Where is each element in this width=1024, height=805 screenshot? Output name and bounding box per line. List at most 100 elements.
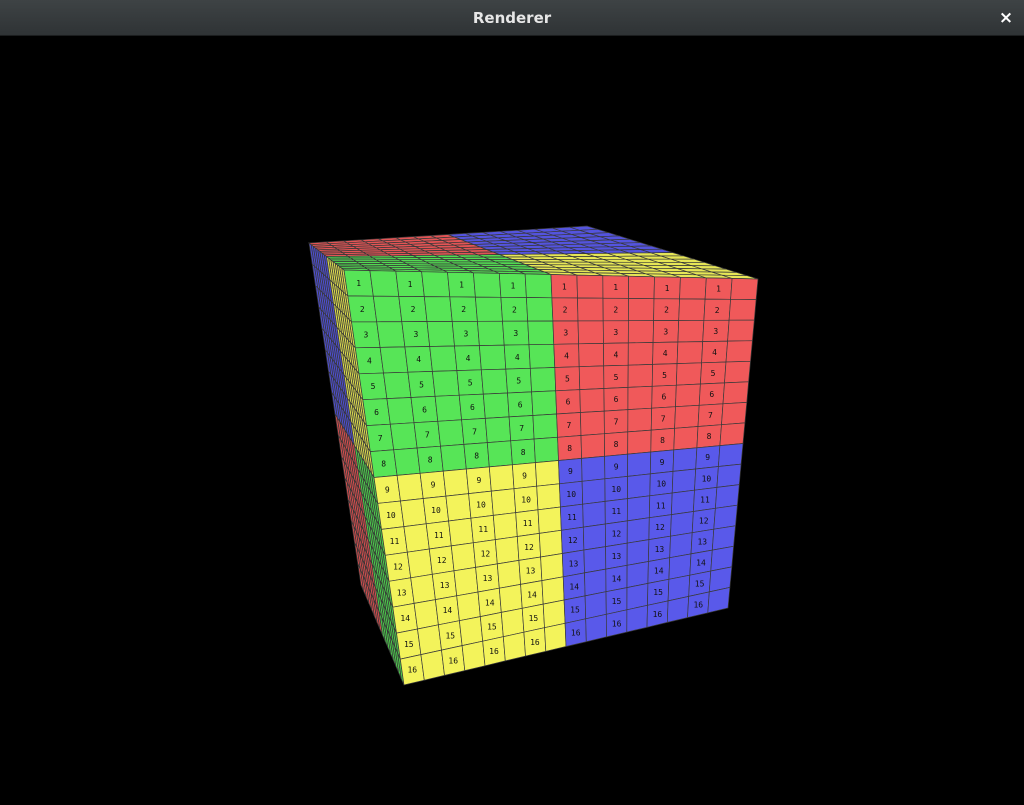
cube-cell <box>576 274 604 299</box>
cell-number-label: 12 <box>481 549 491 558</box>
cell-number-label: 10 <box>656 480 666 489</box>
cube-cell <box>410 573 436 604</box>
cube-cell <box>386 397 415 425</box>
cell-number-label: 11 <box>700 495 710 504</box>
cube-cell <box>582 523 606 551</box>
cell-number-label: 5 <box>371 382 376 391</box>
cube-cell <box>713 504 738 530</box>
cell-number-label: 13 <box>397 588 407 597</box>
cube-cell <box>445 493 472 522</box>
cell-number-label: 2 <box>360 305 365 314</box>
cell-number-label: 13 <box>483 574 493 583</box>
cell-number-label: 6 <box>470 403 475 412</box>
cube-cell <box>529 367 557 393</box>
cube-cell <box>448 517 474 547</box>
cube-cell <box>719 422 746 446</box>
cell-number-label: 6 <box>518 400 523 409</box>
cell-number-label: 2 <box>613 306 618 315</box>
cube-cell <box>389 422 418 451</box>
cube-cell <box>628 298 655 322</box>
cell-number-label: 10 <box>566 490 576 499</box>
cell-number-label: 11 <box>567 513 577 522</box>
cell-number-label: 16 <box>693 601 703 610</box>
cube-cell <box>502 631 526 662</box>
cube-cell <box>536 483 561 511</box>
cube-cell <box>677 319 705 343</box>
cube-cell <box>627 342 654 366</box>
cube-cell <box>421 271 451 298</box>
cube-cell <box>526 297 554 322</box>
cube-cell <box>627 364 653 388</box>
cube-cell <box>718 443 744 467</box>
cube-cell <box>581 478 606 505</box>
cube-cell <box>584 568 607 597</box>
cell-number-label: 13 <box>569 559 579 568</box>
cell-number-label: 15 <box>404 640 414 649</box>
cell-number-label: 9 <box>476 476 481 485</box>
cell-number-label: 5 <box>614 373 619 382</box>
cube-cell <box>628 275 655 300</box>
cube-cell <box>437 419 465 447</box>
cube-cell <box>379 346 409 374</box>
cube-cell <box>376 321 406 348</box>
cube-cell <box>434 394 462 422</box>
cell-number-label: 12 <box>655 523 665 532</box>
cell-number-label: 5 <box>516 377 521 386</box>
cube-cell <box>578 365 605 390</box>
cell-number-label: 11 <box>434 531 444 540</box>
cube-cell <box>477 320 505 346</box>
cell-number-label: 13 <box>655 545 665 554</box>
cell-number-label: 11 <box>478 525 488 534</box>
cell-number-label: 16 <box>407 666 417 675</box>
cell-number-label: 1 <box>510 282 515 291</box>
cube-cell <box>429 345 458 372</box>
cell-number-label: 9 <box>660 458 665 467</box>
cube-cell <box>626 604 648 633</box>
cube-cell <box>535 460 560 487</box>
cube-cell <box>440 444 467 472</box>
cube-cell <box>488 464 515 492</box>
cube-cell <box>442 468 469 497</box>
cell-number-label: 8 <box>567 444 572 453</box>
cell-number-label: 3 <box>713 327 718 336</box>
close-icon[interactable]: × <box>994 6 1018 30</box>
cell-number-label: 4 <box>564 352 569 361</box>
cell-number-label: 14 <box>654 567 664 576</box>
cell-number-label: 1 <box>562 282 567 291</box>
cube-render: 1 1 1 1 1 1 1 12 2 2 2 2 2 2 23 3 3 3 3 3 3 34 4 4 4 4 4 4 45 5 5 5 5 5 5 5… <box>308 225 759 686</box>
cell-number-label: 2 <box>461 305 466 314</box>
cube-cell <box>671 468 697 494</box>
cell-number-label: 9 <box>705 453 710 462</box>
cube-cell <box>673 426 699 451</box>
cell-number-label: 10 <box>611 485 621 494</box>
cube-cell <box>528 343 556 369</box>
cube-cell <box>627 407 653 433</box>
cell-number-label: 16 <box>530 638 540 647</box>
title-bar: Renderer × <box>0 0 1024 36</box>
cube-cell <box>403 523 430 553</box>
cell-number-label: 7 <box>472 427 477 436</box>
cube-cell <box>666 595 690 623</box>
cell-number-label: 7 <box>614 418 619 427</box>
cube-cell <box>716 463 742 488</box>
cube-cell <box>541 576 565 605</box>
cube-cell <box>426 321 455 347</box>
cube-cell <box>459 616 484 647</box>
cell-number-label: 7 <box>519 424 524 433</box>
cell-number-label: 16 <box>489 647 499 656</box>
cell-number-label: 6 <box>422 405 427 414</box>
cell-number-label: 7 <box>425 431 430 440</box>
cell-number-label: 14 <box>485 598 495 607</box>
cube-cell <box>722 381 749 405</box>
cell-number-label: 6 <box>661 393 666 402</box>
cube-cell <box>581 455 606 482</box>
cube-cell <box>725 340 753 363</box>
cube-cell <box>432 370 460 397</box>
cell-number-label: 5 <box>419 380 424 389</box>
render-viewport[interactable]: 1111111122222222333333334444444455555555… <box>0 36 1024 805</box>
cube-cell <box>577 320 604 345</box>
cube-cell <box>372 295 403 323</box>
cell-number-label: 1 <box>665 284 670 293</box>
cell-number-label: 9 <box>431 481 436 490</box>
cube-cell <box>678 298 706 321</box>
